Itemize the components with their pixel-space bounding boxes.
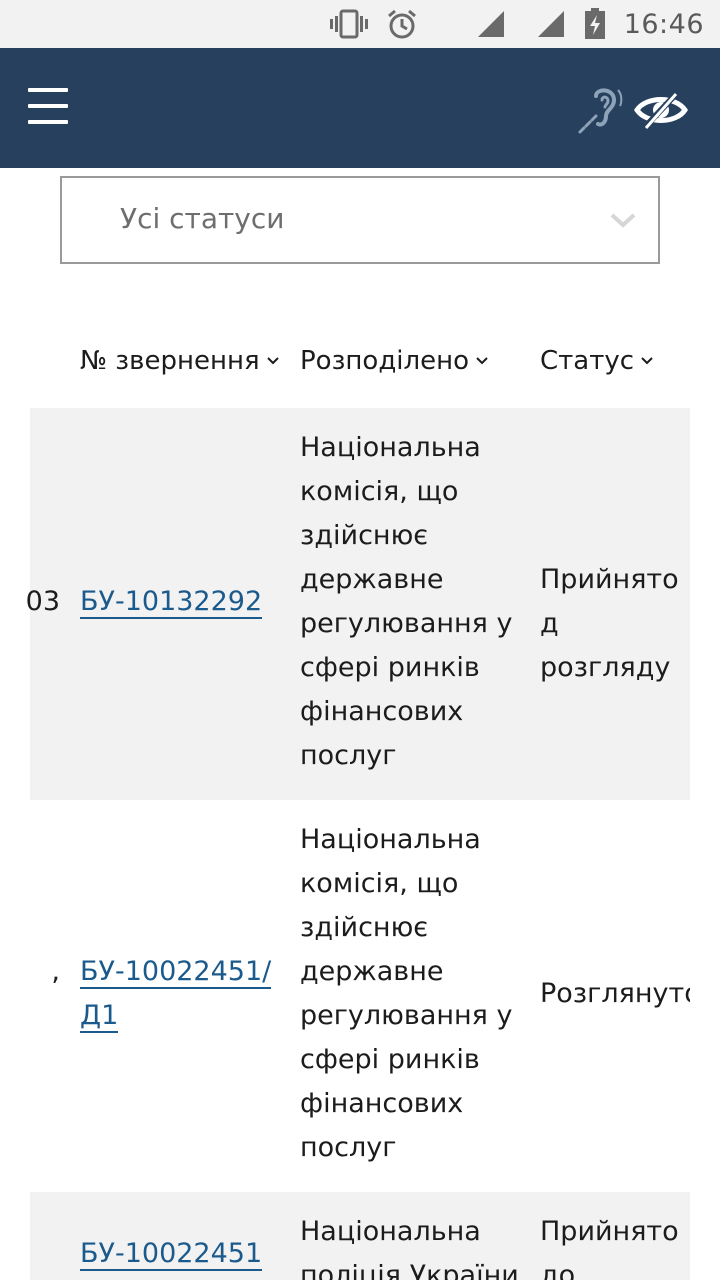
request-number-link[interactable]: БУ-10132292 xyxy=(80,586,263,619)
request-number-cell: БУ-10132292 xyxy=(80,580,263,624)
request-number-cell: БУ-10022451/Д1 xyxy=(80,950,280,1038)
status-filter-value: Усі статуси xyxy=(120,202,285,235)
signal-icon xyxy=(536,9,566,39)
request-number-link[interactable]: БУ-10022451/Д1 xyxy=(80,956,272,1033)
column-header-status[interactable]: Статус xyxy=(540,346,654,376)
status-cell: Прийнято д розгляду xyxy=(540,564,679,683)
request-number-link[interactable]: БУ-10022451 xyxy=(80,1238,263,1271)
vibrate-icon xyxy=(329,9,368,39)
truncated-cell: , xyxy=(51,956,60,987)
clock-time: 16:46 xyxy=(623,8,704,40)
status-cell: Прийнято до розгляду xyxy=(540,1216,679,1280)
column-header-label: Розподілено xyxy=(300,346,470,376)
request-number-cell: БУ-10022451 xyxy=(80,1232,263,1276)
table-header: № звернення Розподілено Статус xyxy=(0,338,720,394)
status-filter-select[interactable]: Усі статуси xyxy=(60,176,660,264)
truncated-cell: 03 xyxy=(25,586,60,617)
alarm-icon xyxy=(386,8,418,40)
sort-chevron-icon xyxy=(476,357,488,365)
status-cell: Розглянуто xyxy=(540,978,690,1009)
chevron-down-icon xyxy=(608,208,638,232)
table-row: БУ-10022451 Національна поліція України … xyxy=(30,1192,690,1280)
vision-accessibility-icon[interactable] xyxy=(634,89,688,131)
hearing-accessibility-icon[interactable] xyxy=(574,84,626,136)
distributed-cell: Національна комісія, що здійснює державн… xyxy=(300,432,513,771)
table-row: 03 БУ-10132292 Національна комісія, що з… xyxy=(26,408,690,800)
distributed-cell: Національна поліція України xyxy=(300,1216,519,1280)
distributed-cell: Національна комісія, що здійснює державн… xyxy=(300,824,513,1163)
column-header-number[interactable]: № звернення xyxy=(80,346,280,376)
app-header xyxy=(0,48,720,168)
table-row: , БУ-10022451/Д1 Національна комісія, що… xyxy=(30,800,690,1192)
column-header-label: Статус xyxy=(540,346,635,376)
sort-chevron-icon xyxy=(641,357,653,365)
column-header-distributed[interactable]: Розподілено xyxy=(300,346,489,376)
battery-charging-icon xyxy=(584,8,606,40)
sort-chevron-icon xyxy=(266,357,279,365)
status-bar: 16:46 xyxy=(0,0,720,48)
hamburger-menu-icon[interactable] xyxy=(28,88,70,124)
signal-icon xyxy=(476,9,506,39)
column-header-label: № звернення xyxy=(80,346,260,376)
